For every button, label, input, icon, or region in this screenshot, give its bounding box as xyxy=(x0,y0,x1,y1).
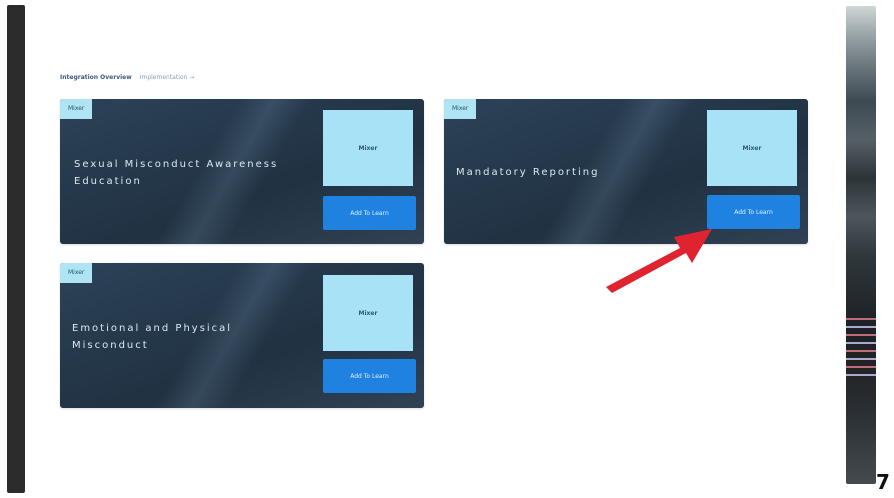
card-thumbnail: Mixer xyxy=(323,110,413,186)
thumbnail-label: Mixer xyxy=(358,144,378,152)
course-card-sexual-misconduct[interactable]: Mixer Sexual Misconduct Awareness Educat… xyxy=(60,99,424,244)
strip-lines xyxy=(846,318,876,382)
breadcrumb-sub[interactable]: Implementation → xyxy=(140,74,195,81)
card-tag: Mixer xyxy=(60,263,93,283)
slide-number: 7 xyxy=(876,470,890,494)
card-thumbnail: Mixer xyxy=(707,110,797,186)
add-to-learn-button[interactable]: Add To Learn xyxy=(323,196,416,230)
left-sidebar-bar xyxy=(7,5,25,493)
breadcrumb-main[interactable]: Integration Overview xyxy=(60,74,132,81)
card-title: Mandatory Reporting xyxy=(456,167,600,178)
red-arrow-icon xyxy=(606,229,712,293)
add-to-learn-button[interactable]: Add To Learn xyxy=(707,195,800,229)
card-title: Sexual Misconduct Awareness Education xyxy=(74,159,279,187)
breadcrumb: Integration Overview Implementation → xyxy=(60,74,194,81)
thumbnail-label: Mixer xyxy=(358,309,378,317)
card-tag: Mixer xyxy=(444,99,477,119)
add-to-learn-button[interactable]: Add To Learn xyxy=(323,359,416,393)
card-title: Emotional and Physical Misconduct xyxy=(72,323,233,351)
course-card-emotional-physical-misconduct[interactable]: Mixer Emotional and Physical Misconduct … xyxy=(60,263,424,408)
card-thumbnail: Mixer xyxy=(323,275,413,351)
right-image-strip xyxy=(846,6,876,484)
card-tag: Mixer xyxy=(60,99,93,119)
thumbnail-label: Mixer xyxy=(742,144,762,152)
